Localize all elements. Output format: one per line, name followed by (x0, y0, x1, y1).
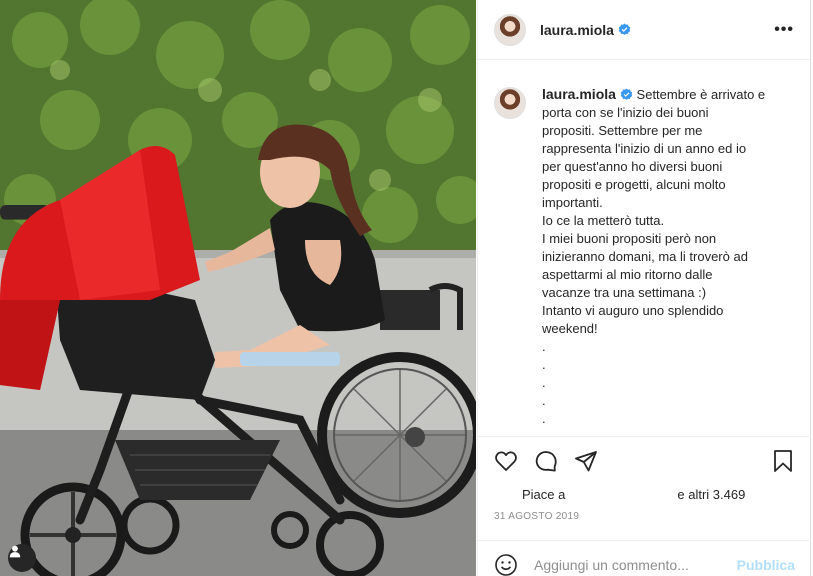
verified-badge-icon (620, 88, 633, 100)
post-photo[interactable] (0, 0, 476, 576)
caption-text-line: propositi e progetti, alcuni molto (542, 177, 726, 192)
user-tag-icon[interactable] (8, 544, 36, 572)
post-actions-section: Piace a e altri 3.469 31 AGOSTO 2019 (478, 436, 811, 522)
caption-text-line: vacanze tra una settimana :) (542, 285, 707, 300)
action-bar (478, 437, 811, 485)
likes-count[interactable]: e altri 3.469 (677, 487, 745, 502)
caption-username[interactable]: laura.miola (542, 86, 616, 102)
caption-line-0: laura.miola Settembre è arrivato e (542, 85, 782, 104)
caption-text-line: inizieranno domani, ma li troverò ad (542, 249, 748, 264)
caption-text-line: I miei buoni propositi però non (542, 231, 717, 246)
bookmark-icon[interactable] (771, 449, 795, 473)
header-username[interactable]: laura.miola (540, 22, 614, 38)
caption-section: laura.miola Settembre è arrivato e porta… (478, 61, 811, 435)
blurred-username (571, 489, 671, 499)
emoji-icon[interactable] (494, 553, 518, 576)
caption-text-line: . (542, 339, 546, 354)
caption-text-line: propositi. Settembre per me (542, 123, 703, 138)
verified-badge-icon (618, 23, 631, 35)
caption-text-line: weekend! (542, 321, 598, 336)
comment-input[interactable] (534, 556, 737, 573)
caption-avatar[interactable] (494, 87, 526, 119)
caption-text-line: porta con se l'inizio dei buoni (542, 105, 709, 120)
heart-icon[interactable] (494, 449, 518, 473)
caption-text-line: rappresenta l'inizio di un anno ed io (542, 141, 747, 156)
likes-prefix: Piace a (522, 486, 566, 502)
send-icon[interactable] (574, 449, 598, 473)
post-date[interactable]: 31 AGOSTO 2019 (478, 503, 811, 522)
caption-text-line: aspettarmi al mio ritorno dalle (542, 267, 713, 282)
comment-box: Pubblica (478, 540, 811, 576)
caption-text-line: per quest'anno ho diversi buoni (542, 159, 723, 174)
caption-text-line: Intanto vi auguro uno splendido (542, 303, 724, 318)
caption-text-line: importanti. (542, 195, 603, 210)
photo-illustration (0, 0, 476, 576)
caption-text-line: . (542, 393, 546, 408)
comment-icon[interactable] (534, 449, 558, 473)
caption-text-line: . (542, 375, 546, 390)
likes-summary[interactable]: Piace a e altri 3.469 (478, 485, 811, 503)
caption-text-line: Io ce la metterò tutta. (542, 213, 665, 228)
more-options-button[interactable]: ••• (774, 21, 794, 39)
caption-text-line: . (542, 357, 546, 372)
caption-text: laura.miola Settembre è arrivato e porta… (542, 85, 782, 428)
post-side-panel: laura.miola ••• laura.miola Settembre è … (477, 0, 811, 576)
caption-text-line: . (542, 411, 546, 426)
avatar[interactable] (494, 13, 526, 46)
publish-button[interactable]: Pubblica (737, 557, 795, 573)
post-header: laura.miola ••• (478, 0, 810, 60)
caption-text-line: Settembre è arrivato e (636, 87, 766, 102)
